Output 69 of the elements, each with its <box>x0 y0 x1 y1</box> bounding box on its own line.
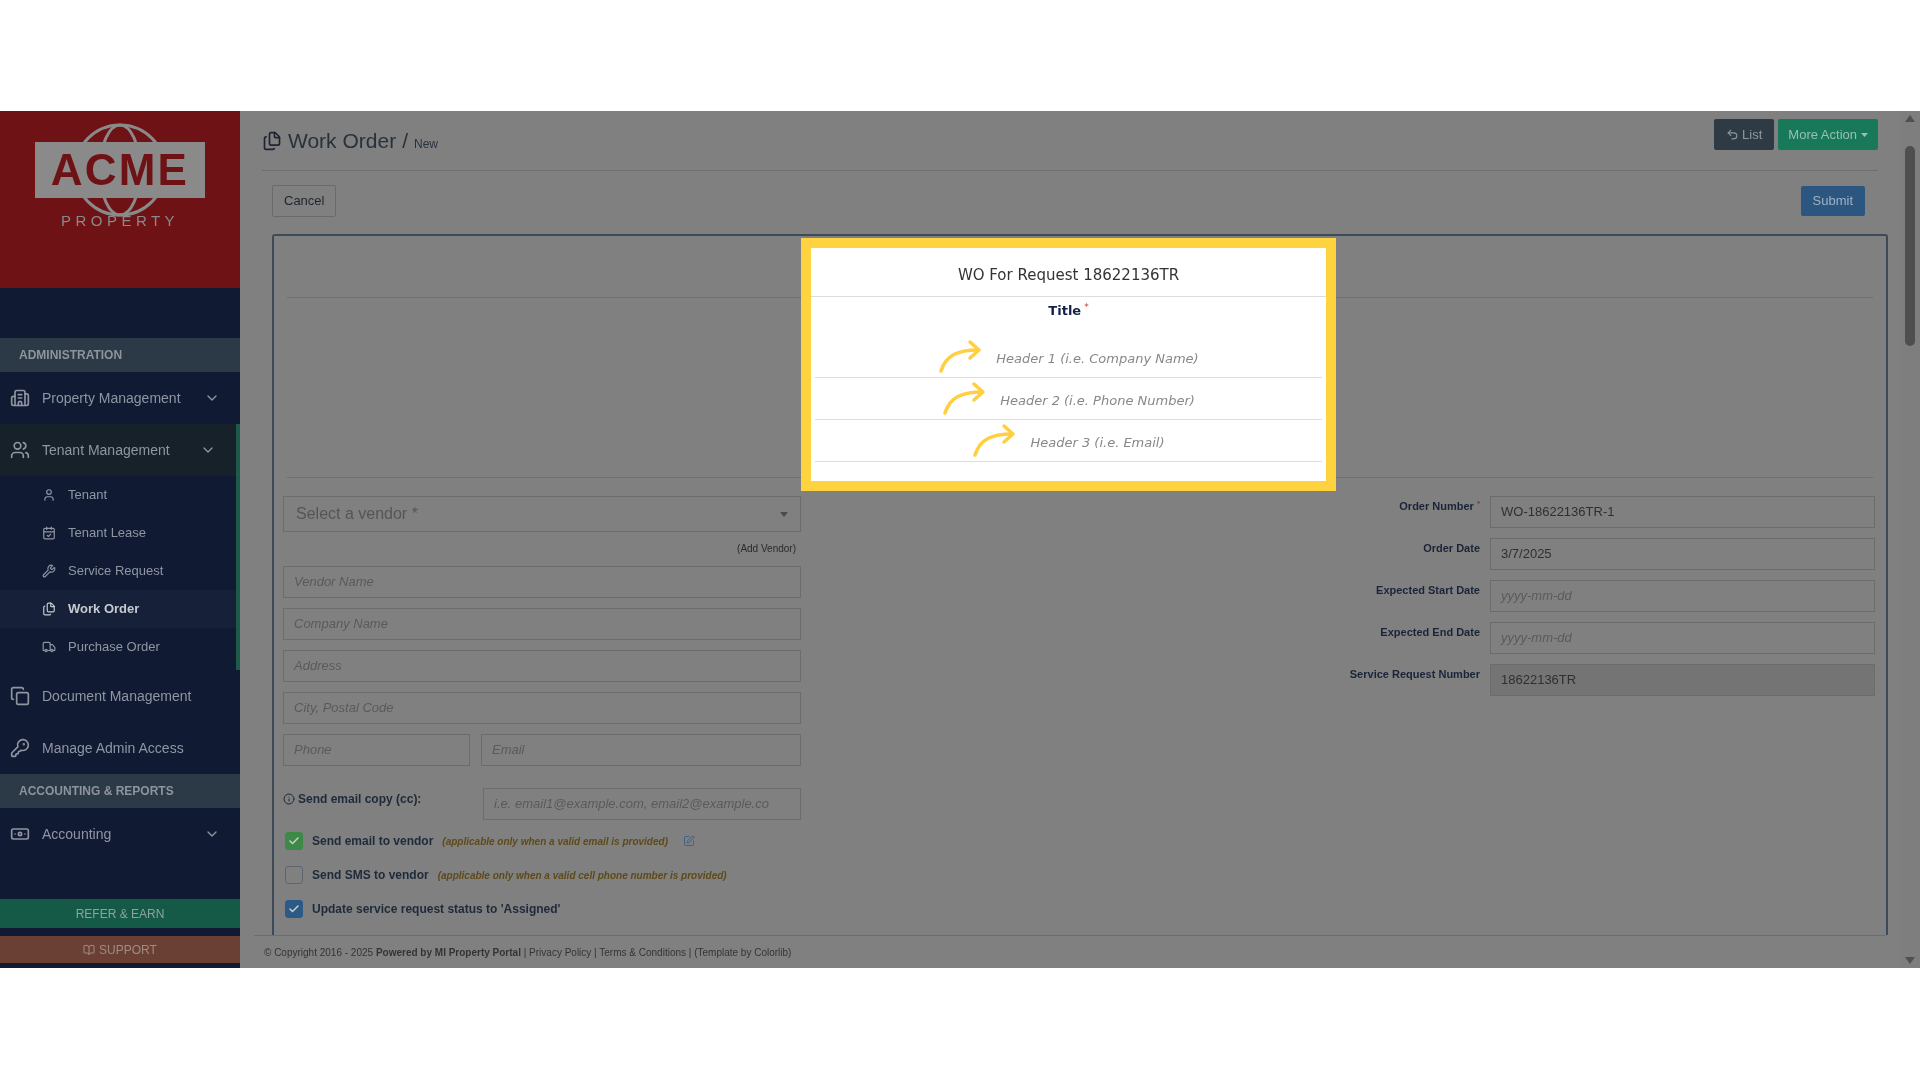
key-icon <box>10 738 30 758</box>
logo-tagline: PROPERTY <box>60 210 180 231</box>
check-icon <box>288 903 300 915</box>
people-icon <box>10 440 30 460</box>
nav-item[interactable]: Document Management <box>0 670 240 722</box>
support-button[interactable]: SUPPORT <box>0 936 240 963</box>
submit-button[interactable]: Submit <box>1800 186 1865 216</box>
scrollbar-thumb[interactable] <box>1905 146 1915 346</box>
title-label: Title <box>1048 302 1082 320</box>
nav-item[interactable]: Manage Admin Access <box>0 722 240 774</box>
field-label: Order Number <box>1399 499 1474 514</box>
list-button[interactable]: List <box>1714 119 1775 150</box>
cancel-button[interactable]: Cancel <box>272 185 337 217</box>
more-action-button[interactable]: More Action <box>1778 119 1878 150</box>
submenu-item[interactable]: Tenant <box>0 476 236 514</box>
checkbox[interactable] <box>285 866 303 884</box>
scroll-up-icon[interactable] <box>1905 115 1915 122</box>
building-icon <box>10 388 30 408</box>
refer-button[interactable]: REFER & EARN <box>0 899 240 928</box>
required-mark: * <box>1476 498 1480 510</box>
title-separator: / <box>402 127 408 154</box>
edit-icon[interactable] <box>683 835 695 847</box>
input-field[interactable]: 3/7/2025 <box>1490 538 1875 570</box>
logo-name: ACME <box>35 141 205 198</box>
submenu-item[interactable]: Work Order <box>0 590 236 628</box>
field-label: Expected Start Date <box>1376 583 1480 598</box>
truck-icon <box>42 640 56 654</box>
submenu-item[interactable]: Service Request <box>0 552 236 590</box>
input-field[interactable]: WO-18622136TR-1 <box>1490 496 1875 528</box>
header-field[interactable]: Header 1 (i.e. Company Name) <box>815 335 1322 378</box>
checkbox[interactable] <box>285 900 303 918</box>
caret-icon <box>1861 132 1868 137</box>
dialog-heading: WO For Request 18622136TR <box>811 248 1326 297</box>
files-icon <box>42 602 56 616</box>
field-label: Service Request Number <box>1349 667 1480 682</box>
page-subtitle: New <box>414 135 438 153</box>
person-icon <box>42 488 56 502</box>
scroll-down-icon[interactable] <box>1905 957 1915 964</box>
wrench-icon <box>42 564 56 578</box>
required-mark: * <box>1084 301 1089 314</box>
submenu-item[interactable]: Tenant Lease <box>0 514 236 552</box>
submenu-item[interactable]: Purchase Order <box>0 628 236 666</box>
calendar-icon <box>42 526 56 540</box>
option-label: Send email to vendor <box>312 833 434 850</box>
nav-item[interactable]: Accounting <box>0 808 240 860</box>
nav-item[interactable]: Property Management <box>0 372 240 424</box>
header-field[interactable]: Header 3 (i.e. Email) <box>815 419 1322 462</box>
add-vendor-link[interactable]: (Add Vendor) <box>737 541 796 556</box>
option-note: (applicable only when a valid cell phone number is provided) <box>437 868 727 883</box>
option-label: Update service request status to 'Assigned' <box>312 901 561 918</box>
field-label: Order Date <box>1423 541 1480 556</box>
book-icon <box>83 943 96 956</box>
header-field[interactable]: Header 2 (i.e. Phone Number) <box>815 377 1322 420</box>
section-heading: ACCOUNTING & REPORTS <box>0 774 240 808</box>
back-icon <box>1726 128 1740 141</box>
footer-text: © Copyright 2016 - 2025 Powered by MI Property Portal | Privacy Policy | Terms & Conditions | (Template by Colorlib) <box>264 945 792 960</box>
check-icon <box>288 835 300 847</box>
section-heading: ADMINISTRATION <box>0 338 240 372</box>
page-title: Work Order <box>288 127 397 154</box>
option-label: Send SMS to vendor <box>312 867 429 884</box>
work-order-icon <box>262 130 282 151</box>
checkbox[interactable] <box>285 832 303 850</box>
caret-icon <box>780 511 788 517</box>
documents-icon <box>10 686 30 706</box>
info-icon <box>283 793 295 805</box>
nav-item[interactable]: Tenant Management <box>0 424 240 476</box>
field-label: Expected End Date <box>1380 625 1480 640</box>
cc-label: Send email copy (cc): <box>298 791 422 808</box>
option-note: (applicable only when a valid email is provided) <box>442 834 668 849</box>
